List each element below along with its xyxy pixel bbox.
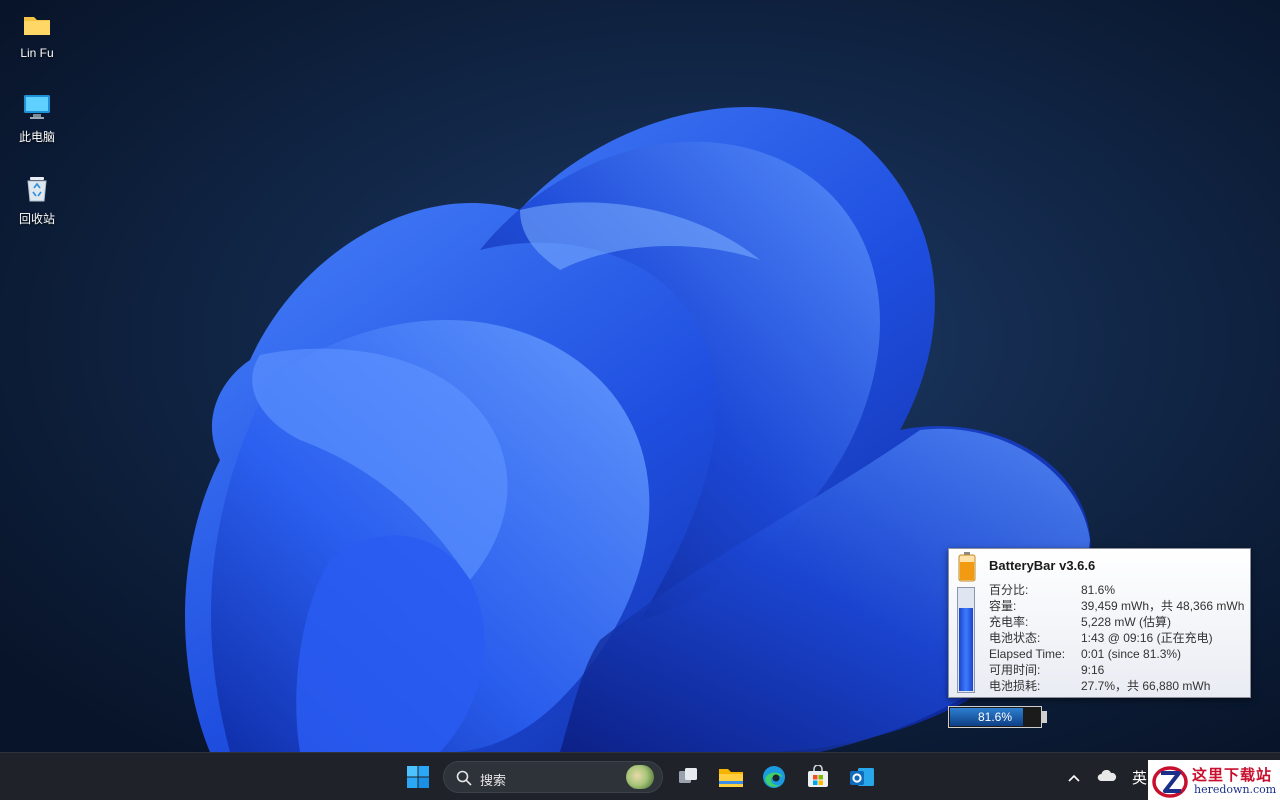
detail-row-percent: 百分比: 81.6% — [989, 582, 1244, 598]
detail-key: 电池状态: — [989, 631, 1041, 645]
watermark-text: 这里下载站 — [1192, 766, 1273, 784]
desktop-icon-label: Lin Fu — [20, 46, 54, 60]
batterybar-meter-text: 81.6% — [977, 710, 1013, 724]
chevron-up-icon — [1068, 774, 1080, 782]
onedrive-cloud-icon[interactable] — [1097, 770, 1117, 782]
detail-key: 可用时间: — [989, 663, 1041, 677]
detail-value: 27.7%，共 66,880 mWh — [1081, 679, 1211, 693]
batterybar-details: 百分比: 81.6% 容量: 39,459 mWh，共 48,366 mWh 充电率… — [989, 582, 1244, 694]
batterybar-tooltip: BatteryBar v3.6.6 百分比: 81.6% 容量: 39,459 mW… — [948, 548, 1251, 698]
outlook-button[interactable] — [846, 761, 878, 793]
input-method-indicator[interactable]: 英 — [1132, 767, 1147, 788]
show-hidden-icons-button[interactable] — [1068, 769, 1080, 785]
desktop-icon-lin-fu[interactable]: Lin Fu — [8, 10, 66, 60]
detail-row-available: 可用时间: 9:16 — [989, 662, 1244, 678]
recycle-bin-icon — [27, 177, 47, 202]
batterybar-title: BatteryBar v3.6.6 — [989, 558, 1096, 573]
store-icon — [808, 765, 828, 787]
desktop-icon-label: 回收站 — [18, 212, 55, 226]
search-label: 搜索 — [480, 773, 507, 788]
outlook-icon — [850, 768, 874, 786]
detail-key: 容量: — [989, 599, 1017, 613]
search-icon — [456, 770, 472, 786]
desktop-icon-label: 此电脑 — [18, 130, 55, 144]
start-icon — [407, 766, 429, 788]
detail-row-charge-rate: 充电率: 5,228 mW (估算) — [989, 614, 1244, 630]
file-explorer-icon — [719, 769, 743, 787]
detail-value: 39,459 mWh，共 48,366 mWh — [1081, 599, 1245, 613]
edge-button[interactable] — [758, 761, 790, 793]
desktop-icon-this-pc[interactable]: 此电脑 — [8, 92, 66, 145]
detail-row-status: 电池状态: 1:43 @ 09:16 (正在充电) — [989, 630, 1244, 646]
desktop-icon-recycle-bin[interactable]: 回收站 — [8, 174, 66, 227]
batterybar-meter[interactable]: 81.6% — [948, 706, 1042, 728]
detail-value: 9:16 — [1081, 663, 1105, 677]
store-button[interactable] — [802, 761, 834, 793]
computer-icon — [24, 95, 50, 119]
watermark-url: heredown.com — [1194, 783, 1277, 796]
detail-row-capacity: 容量: 39,459 mWh，共 48,366 mWh — [989, 598, 1244, 614]
batterybar-level-gauge — [957, 587, 975, 693]
detail-value: 5,228 mW (估算) — [1081, 615, 1172, 629]
site-watermark: 这里下载站 heredown.com — [1148, 760, 1280, 800]
taskbar: 搜索 英 — [0, 752, 1280, 800]
detail-value: 81.6% — [1081, 583, 1116, 597]
task-view-button[interactable] — [672, 761, 704, 793]
taskbar-search-box[interactable]: 搜索 — [443, 761, 663, 793]
search-highlight-icon — [626, 765, 654, 789]
batterybar-level-fill — [959, 608, 973, 691]
detail-row-elapsed: Elapsed Time: 0:01 (since 81.3%) — [989, 646, 1244, 662]
battery-terminal — [1042, 711, 1047, 723]
task-view-icon — [679, 768, 697, 783]
detail-row-wear: 电池损耗: 27.7%，共 66,880 mWh — [989, 678, 1244, 694]
detail-key: 百分比: — [989, 583, 1029, 597]
detail-value: 1:43 @ 09:16 (正在充电) — [1081, 631, 1213, 645]
file-explorer-button[interactable] — [715, 761, 747, 793]
battery-charging-icon — [958, 552, 976, 582]
detail-key: 充电率: — [989, 615, 1029, 629]
edge-icon — [763, 766, 785, 788]
watermark-logo-icon — [1152, 766, 1188, 798]
folder-icon — [24, 17, 50, 35]
detail-key: 电池损耗: — [989, 679, 1041, 693]
detail-key: Elapsed Time: — [989, 647, 1066, 661]
detail-value: 0:01 (since 81.3%) — [1081, 647, 1182, 661]
start-button[interactable] — [402, 761, 434, 793]
